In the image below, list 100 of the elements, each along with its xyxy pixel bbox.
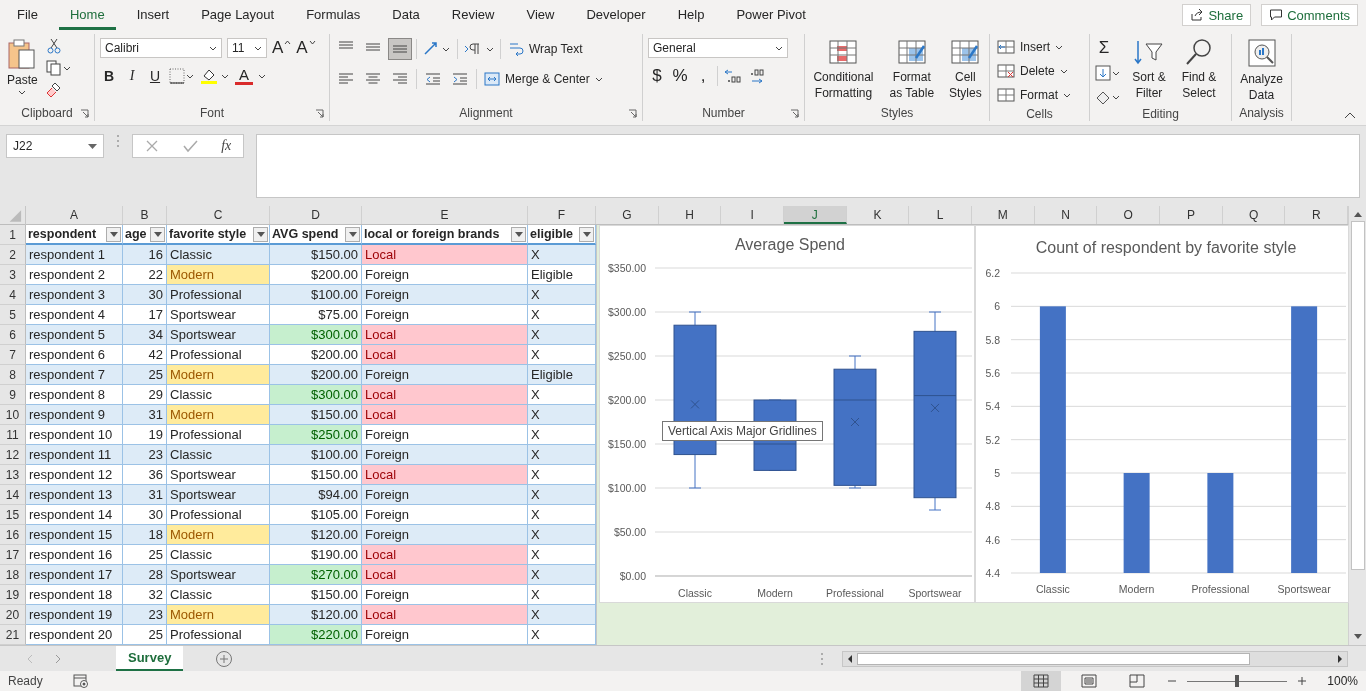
copy-icon[interactable] xyxy=(45,60,70,76)
number-format-field[interactable]: General xyxy=(648,38,788,58)
borders-icon[interactable] xyxy=(169,67,195,85)
editing-button[interactable]: Find & Select xyxy=(1177,34,1221,101)
row-number[interactable]: 20 xyxy=(0,605,26,625)
scrollbar-thumb[interactable] xyxy=(1350,221,1365,570)
scroll-down-icon[interactable] xyxy=(1352,633,1363,641)
collapse-ribbon-icon[interactable] xyxy=(1344,111,1356,119)
styles-button[interactable]: Format as Table xyxy=(882,34,941,101)
wrap-text-button[interactable]: Wrap Text xyxy=(506,38,585,60)
row-number[interactable]: 4 xyxy=(0,285,26,305)
font-color-button[interactable]: A xyxy=(235,67,253,85)
row-number[interactable]: 11 xyxy=(0,425,26,445)
row-number[interactable]: 3 xyxy=(0,265,26,285)
scroll-right-icon[interactable] xyxy=(1336,653,1344,664)
column-header[interactable]: Q xyxy=(1222,206,1286,224)
scroll-up-icon[interactable] xyxy=(1352,210,1363,218)
italic-button[interactable]: I xyxy=(123,66,141,86)
dialog-launcher-icon[interactable] xyxy=(315,109,324,118)
bar[interactable] xyxy=(1291,306,1318,573)
ribbon-tab[interactable]: Formulas xyxy=(295,0,372,30)
column-header[interactable]: E xyxy=(362,206,528,224)
row-number[interactable]: 19 xyxy=(0,585,26,605)
cancel-icon[interactable] xyxy=(144,139,159,153)
vertical-scrollbar[interactable] xyxy=(1348,206,1366,645)
add-sheet-icon[interactable] xyxy=(215,649,234,668)
fill-down-icon[interactable] xyxy=(1095,64,1121,82)
zoom-slider-thumb[interactable] xyxy=(1235,675,1240,687)
ribbon-tab[interactable]: Power Pivot xyxy=(725,0,817,30)
scrollbar-thumb[interactable] xyxy=(857,652,1250,665)
row-number[interactable]: 1 xyxy=(0,225,26,245)
share-button[interactable]: Share xyxy=(1182,4,1252,26)
macro-record-icon[interactable] xyxy=(72,674,89,688)
editing-button[interactable]: Sort & Filter xyxy=(1127,34,1171,101)
increase-decimal-icon[interactable] xyxy=(723,67,743,85)
sheet-tab[interactable]: Survey xyxy=(116,646,184,671)
column-header[interactable]: D xyxy=(270,206,362,224)
row-number[interactable]: 13 xyxy=(0,465,26,485)
row-number[interactable]: 5 xyxy=(0,305,26,325)
filter-button[interactable] xyxy=(345,226,360,242)
column-header[interactable]: J xyxy=(784,206,847,224)
dialog-launcher-icon[interactable] xyxy=(628,109,637,118)
cells-button[interactable]: Delete xyxy=(995,60,1070,82)
row-number[interactable]: 15 xyxy=(0,505,26,525)
number-format-button[interactable]: $ xyxy=(648,66,666,86)
merge-center-button[interactable]: Merge & Center xyxy=(482,68,605,90)
caret-icon[interactable] xyxy=(258,73,266,79)
row-number[interactable]: 7 xyxy=(0,345,26,365)
row-number[interactable]: 8 xyxy=(0,365,26,385)
column-header[interactable]: A xyxy=(26,206,123,224)
bar[interactable] xyxy=(1123,473,1150,573)
filter-button[interactable] xyxy=(106,226,121,242)
ribbon-tab[interactable]: Insert xyxy=(125,0,181,30)
row-number[interactable]: 14 xyxy=(0,485,26,505)
filter-button[interactable] xyxy=(150,226,165,242)
bar[interactable] xyxy=(1207,473,1234,573)
column-header[interactable]: L xyxy=(909,206,973,224)
dialog-launcher-icon[interactable] xyxy=(790,109,799,118)
drag-handle-icon[interactable] xyxy=(820,651,824,666)
ribbon-tab[interactable]: Developer xyxy=(575,0,657,30)
row-number[interactable]: 21 xyxy=(0,625,26,645)
zoom-level[interactable]: 100% xyxy=(1327,674,1358,688)
ribbon-tab[interactable]: Help xyxy=(666,0,716,30)
number-format-button[interactable]: , xyxy=(694,66,712,86)
chart-panel[interactable]: Count of respondent by favorite style 4.4 4.6 4.8 5 5.2 5.4 5.6 5.8 6 6.2 Classic Modern Professional Sportswear xyxy=(975,225,1349,603)
drag-handle-icon[interactable] xyxy=(116,134,120,148)
scissors-icon[interactable] xyxy=(45,38,62,54)
row-number[interactable]: 18 xyxy=(0,565,26,585)
ribbon-tab[interactable]: Review xyxy=(440,0,506,30)
name-box[interactable]: J22 xyxy=(6,134,104,158)
view-button[interactable] xyxy=(1021,671,1062,691)
paste-button[interactable]: Paste xyxy=(5,34,40,95)
underline-button[interactable]: U xyxy=(146,66,164,86)
column-header[interactable]: N xyxy=(1034,206,1098,224)
column-header[interactable]: G xyxy=(596,206,659,224)
insert-function-button[interactable]: fx xyxy=(221,138,232,154)
filter-button[interactable] xyxy=(579,226,594,242)
next-sheet-icon[interactable] xyxy=(54,653,62,664)
row-number[interactable]: 12 xyxy=(0,445,26,465)
column-header[interactable]: K xyxy=(846,206,910,224)
ribbon-tab[interactable]: View xyxy=(515,0,566,30)
formula-input[interactable] xyxy=(256,134,1360,198)
font-size-field[interactable]: 11 xyxy=(227,38,267,58)
dialog-launcher-icon[interactable] xyxy=(80,109,89,118)
row-number[interactable]: 17 xyxy=(0,545,26,565)
ribbon-tab[interactable]: Data xyxy=(381,0,431,30)
bold-button[interactable]: B xyxy=(100,66,118,86)
chart-panel[interactable]: Average Spend $0.00 $50.00 $100.00 $150.00 $200.00 $250.00 $300.00 $350.00 Classic Modern Professional Sportswear Vertical Axis Major Gridlines xyxy=(599,225,975,603)
decrease-font-button[interactable]: A xyxy=(296,38,316,58)
scroll-left-icon[interactable] xyxy=(846,653,854,664)
paintbrush-icon[interactable] xyxy=(45,82,62,98)
cells-button[interactable]: Format xyxy=(995,84,1073,106)
bar[interactable] xyxy=(1039,306,1066,573)
cells-button[interactable]: Insert xyxy=(995,36,1065,58)
font-name-field[interactable]: Calibri xyxy=(100,38,222,58)
ribbon-tab[interactable]: Page Layout xyxy=(190,0,286,30)
column-header[interactable]: C xyxy=(167,206,270,224)
column-header[interactable]: P xyxy=(1160,206,1223,224)
analyze-data-button[interactable]: Analyze Data xyxy=(1237,34,1286,103)
column-header[interactable]: M xyxy=(972,206,1035,224)
